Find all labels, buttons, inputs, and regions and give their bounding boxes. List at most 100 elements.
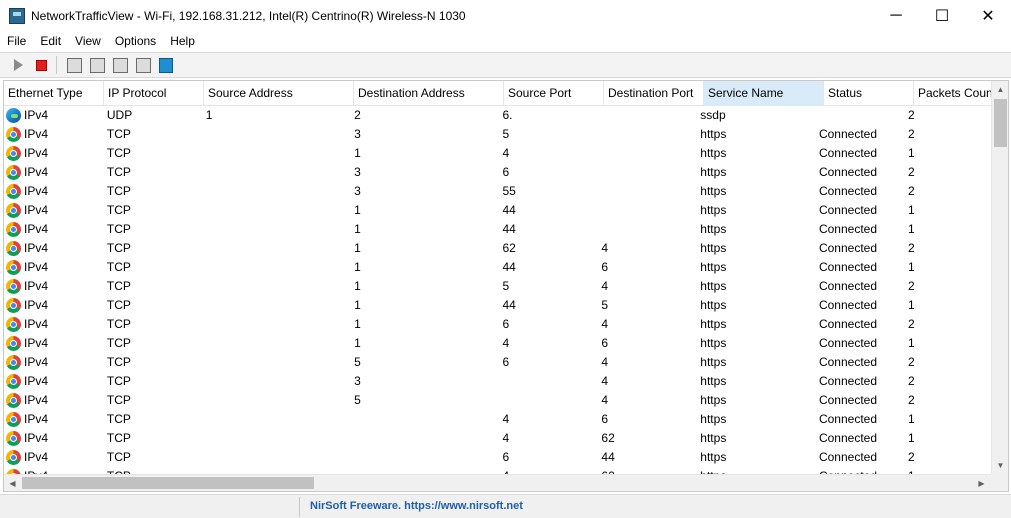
minimize-button[interactable]: ─ xyxy=(873,0,919,31)
destination-port-cell: 4 xyxy=(601,374,609,388)
status-bar: NirSoft Freeware. https://www.nirsoft.ne… xyxy=(0,494,1011,518)
status-cell: Connected xyxy=(818,260,878,274)
destination-address-cell xyxy=(350,467,498,474)
toolbar-separator xyxy=(56,56,57,74)
status-cell: Connected xyxy=(818,279,878,293)
column-header-source-address[interactable]: Source Address xyxy=(204,81,354,106)
ip-protocol-cell: TCP xyxy=(106,374,131,388)
start-capture-button[interactable] xyxy=(7,54,29,76)
destination-address-cell: 1 xyxy=(354,260,361,274)
ethernet-type-text: IPv4 xyxy=(24,317,49,331)
status-cell: Connected xyxy=(818,222,878,236)
table-row[interactable]: IPv4 TCP 3 5 https Connected 2 xyxy=(4,125,993,144)
chrome-browser-icon xyxy=(6,184,21,199)
source-address-cell xyxy=(202,144,350,163)
packets-count-cell: 2 xyxy=(907,184,915,198)
vertical-scrollbar[interactable]: ▲ ▼ xyxy=(991,81,1008,474)
source-address-cell xyxy=(202,277,350,296)
table-row[interactable]: IPv4 TCP 1 5 4 https Connected 2 xyxy=(4,277,993,296)
scroll-right-icon[interactable]: ▶ xyxy=(973,475,990,491)
scroll-up-icon[interactable]: ▲ xyxy=(992,81,1008,98)
ethernet-type-text: IPv4 xyxy=(24,355,49,369)
table-row[interactable]: IPv4 TCP 3 6 https Connected 2 xyxy=(4,163,993,182)
source-address-cell xyxy=(202,467,350,474)
menu-view[interactable]: View xyxy=(68,31,108,51)
scroll-left-icon[interactable]: ◀ xyxy=(4,475,21,491)
table-row[interactable]: IPv4TCP462httpsConnected1 xyxy=(4,467,993,474)
table-row[interactable]: IPv4 UDP 1 2 6. ssdp 2 xyxy=(4,106,993,125)
status-cell: Connected xyxy=(818,127,878,141)
service-name-cell: https xyxy=(700,165,727,179)
source-port-cell: 6 xyxy=(502,450,510,464)
vertical-scroll-thumb[interactable] xyxy=(994,99,1007,147)
horizontal-scroll-thumb[interactable] xyxy=(22,477,314,489)
table-row[interactable]: IPv4 TCP 5 4 https Connected 2 xyxy=(4,391,993,410)
table-row[interactable]: IPv4 TCP 1 44 https Connected 1 xyxy=(4,201,993,220)
table-row[interactable]: IPv4 TCP 1 6 4 https Connected 2 xyxy=(4,315,993,334)
column-header-status[interactable]: Status xyxy=(824,81,914,106)
ip-protocol-cell: TCP xyxy=(106,222,131,236)
column-header-destination-address[interactable]: Destination Address xyxy=(354,81,504,106)
table-row[interactable]: IPv4 TCP 5 6 4 https Connected 2 xyxy=(4,353,993,372)
packets-count-cell: 1 xyxy=(907,146,915,160)
ethernet-type-cell: IPv4 xyxy=(4,125,103,144)
ethernet-type-text: IPv4 xyxy=(24,184,49,198)
source-port-cell: 5 xyxy=(502,127,510,141)
table-row[interactable]: IPv4 TCP 1 44 6 https Connected 1 xyxy=(4,258,993,277)
table-row[interactable]: IPv4 TCP 1 4 6 https Connected 1 xyxy=(4,334,993,353)
title-bar: NetworkTrafficView - Wi-Fi, 192.168.31.2… xyxy=(0,0,1011,31)
exit-button[interactable] xyxy=(155,54,177,76)
source-port-cell: 44 xyxy=(502,203,516,217)
find-button[interactable] xyxy=(132,54,154,76)
table-row[interactable]: IPv4 TCP 1 44 https Connected 1 xyxy=(4,220,993,239)
chrome-browser-icon xyxy=(6,298,21,313)
table-row[interactable]: IPv4 TCP 1 62 4 https Connected 2 xyxy=(4,239,993,258)
save-button[interactable] xyxy=(63,54,85,76)
menu-help[interactable]: Help xyxy=(163,31,202,51)
destination-port-cell: 4 xyxy=(601,279,609,293)
packets-count-cell: 1 xyxy=(907,412,915,426)
source-address-cell: 1 xyxy=(205,108,213,122)
service-name-cell: https xyxy=(700,336,727,350)
table-row[interactable]: IPv4 TCP 4 6 https Connected 1 xyxy=(4,410,993,429)
packets-count-cell: 2 xyxy=(907,393,915,407)
chrome-browser-icon xyxy=(6,431,21,446)
status-cell: Connected xyxy=(818,203,878,217)
properties-button[interactable] xyxy=(109,54,131,76)
column-header-ip-protocol[interactable]: IP Protocol xyxy=(104,81,204,106)
table-row[interactable]: IPv4 TCP 6 44 https Connected 2 xyxy=(4,448,993,467)
destination-port-cell xyxy=(597,220,696,239)
destination-address-cell: 3 xyxy=(354,165,361,179)
packets-count-cell: 2 xyxy=(907,355,915,369)
table-row[interactable]: IPv4 TCP 3 4 https Connected 2 xyxy=(4,372,993,391)
column-header-ethernet-type[interactable]: Ethernet Type xyxy=(4,81,104,106)
scroll-down-icon[interactable]: ▼ xyxy=(992,457,1008,474)
horizontal-scrollbar[interactable]: ◀ ▶ xyxy=(4,474,1008,491)
destination-port-cell: 62 xyxy=(601,431,615,445)
table-row[interactable]: IPv4TCP462httpsConnected1 xyxy=(4,429,993,448)
maximize-button[interactable]: ☐ xyxy=(919,0,965,31)
stop-capture-icon xyxy=(35,59,47,71)
nirsoft-link[interactable]: NirSoft Freeware. https://www.nirsoft.ne… xyxy=(310,495,523,518)
table-row[interactable]: IPv4 TCP 1 4 https Connected 1 xyxy=(4,144,993,163)
menu-file[interactable]: File xyxy=(0,31,33,51)
ethernet-type-cell: IPv4 xyxy=(4,239,103,258)
packets-count-cell: 2 xyxy=(907,317,915,331)
menu-options[interactable]: Options xyxy=(108,31,163,51)
menu-edit[interactable]: Edit xyxy=(33,31,68,51)
table-row[interactable]: IPv4 TCP 3 55 https Connected 2 xyxy=(4,182,993,201)
scrollbar-corner xyxy=(991,474,1008,491)
column-header-service-name[interactable]: Service Name xyxy=(704,81,824,106)
stop-capture-button[interactable] xyxy=(30,54,52,76)
traffic-list[interactable]: Ethernet Type IP Protocol Source Address De… xyxy=(3,80,1009,492)
source-address-cell xyxy=(202,315,350,334)
start-capture-icon xyxy=(13,59,23,71)
ip-protocol-cell: TCP xyxy=(103,467,202,474)
close-button[interactable]: ✕ xyxy=(965,0,1011,31)
chrome-browser-icon xyxy=(6,412,21,427)
column-header-source-port[interactable]: Source Port xyxy=(504,81,604,106)
source-address-cell xyxy=(202,163,350,182)
table-row[interactable]: IPv4 TCP 1 44 5 https Connected 1 xyxy=(4,296,993,315)
copy-button[interactable] xyxy=(86,54,108,76)
column-header-destination-port[interactable]: Destination Port xyxy=(604,81,704,106)
